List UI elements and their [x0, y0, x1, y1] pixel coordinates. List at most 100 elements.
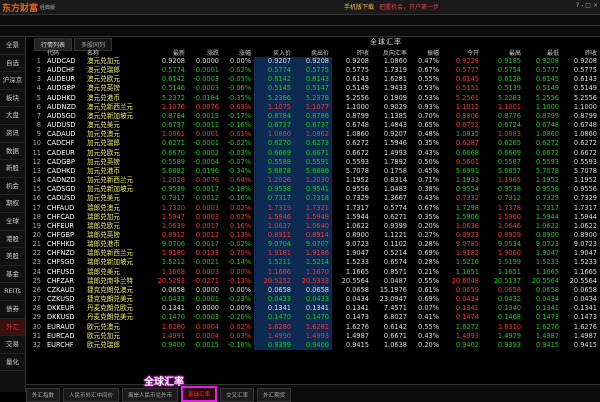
- table-row[interactable]: 12 CADGBP 加元兑英镑 0.5589 -0.0004 -0.07% 0.5588 0.…: [26, 157, 600, 167]
- table-row[interactable]: 23 CHFSGD 瑞郎兑新加坡元 1.5212 -0.0021 -0.14% 1.5211…: [26, 258, 600, 268]
- sidebar-item[interactable]: 资讯: [0, 125, 25, 143]
- table-row[interactable]: 29 DKKUSD 丹麦克朗兑美元 0.1470 -0.0003 -0.20% 0.1470…: [26, 313, 600, 323]
- table-row[interactable]: 19 CHFEUR 瑞郎兑欧元 1.0639 0.0017 0.16% 1.0637 1.06…: [26, 221, 600, 231]
- help-icon[interactable]: ?: [576, 2, 579, 9]
- sidebar-item[interactable]: 数据: [0, 143, 25, 161]
- sidebar-item[interactable]: 全球: [0, 213, 25, 231]
- sidebar-item[interactable]: 自选: [0, 55, 25, 73]
- sidebar-item[interactable]: 新股: [0, 160, 25, 178]
- sidebar-item[interactable]: 量化: [0, 354, 25, 372]
- table-row[interactable]: 32 EURCHF 欧元兑瑞郎 0.9400 -0.0015 -0.16% 0.9399 0.…: [26, 340, 600, 350]
- column-header[interactable]: 今开: [442, 48, 482, 57]
- bottom-tab[interactable]: 离岸人民币兑外币: [122, 388, 179, 402]
- table-row[interactable]: 13 CADHKD 加元兑港币 5.6882 -0.0196 -0.34% 5.6878 5.…: [26, 166, 600, 177]
- menu-item[interactable]: 期权T型: [276, 35, 299, 36]
- table-row[interactable]: 10 CADCHF 加元兑瑞郎 0.6271 -0.0001 -0.02% 0.6270 0.…: [26, 139, 600, 149]
- sidebar-item[interactable]: 债券: [0, 301, 25, 319]
- column-header[interactable]: 涨跌: [188, 48, 222, 57]
- sidebar-item[interactable]: 沪深京: [0, 72, 25, 90]
- column-header[interactable]: 涨幅: [222, 48, 254, 57]
- cell-chg: 0.0076: [195, 176, 219, 185]
- bottom-tab[interactable]: 交叉汇率: [220, 388, 255, 402]
- menu-item[interactable]: 外汇市场: [299, 35, 324, 36]
- menu-item[interactable]: 条件选股: [128, 35, 153, 36]
- table-row[interactable]: 30 EURAUD 欧元兑澳元 1.6280 0.0004 0.02% 1.6280 1.62…: [26, 322, 600, 332]
- sidebar-item[interactable]: REITs: [0, 283, 25, 301]
- column-header[interactable]: 代码: [44, 48, 84, 57]
- table-row[interactable]: 1 AUDCAD 澳元兑加元 0.9208 0.0000 0.00% 0.9207 0.920…: [26, 57, 600, 67]
- table-row[interactable]: 11 CADEUR 加元兑欧元 0.6670 -0.0002 -0.03% 0.6669 0.…: [26, 148, 600, 158]
- table-row[interactable]: 18 CHFCAD 瑞郎兑加元 1.5947 0.0003 0.02% 1.5946 1.59…: [26, 212, 600, 222]
- sidebar-item[interactable]: 美股: [0, 248, 25, 266]
- bottom-tab[interactable]: 基础汇率: [181, 386, 218, 402]
- table-row[interactable]: 22 CHFNZD 瑞郎兑新西兰元 1.9180 0.0133 0.70% 1.9181 1.…: [26, 249, 600, 259]
- menu-item[interactable]: 数据中心: [428, 35, 453, 36]
- table-row[interactable]: 15 CADSGD 加元兑新加坡元 0.9539 -0.0017 -0.18% 0.9538…: [26, 185, 600, 195]
- column-header[interactable]: 名称: [84, 48, 150, 57]
- column-header[interactable]: 最高: [482, 48, 524, 57]
- menu-item[interactable]: 创投中心: [202, 35, 227, 36]
- cell-bid: 0.6737: [254, 121, 294, 131]
- table-row[interactable]: 3 AUDEUR 澳元兑欧元 0.6142 -0.0003 -0.05% 0.6142 0.6…: [26, 75, 600, 85]
- sidebar-item[interactable]: 基金: [0, 266, 25, 284]
- menu-item[interactable]: 大资金流向: [323, 35, 353, 36]
- menu-item[interactable]: 财务分析: [152, 35, 177, 36]
- column-header[interactable]: 昨收: [332, 48, 372, 57]
- column-header[interactable]: 昨收: [562, 48, 600, 57]
- sidebar-item[interactable]: 期权: [0, 195, 25, 213]
- table-row[interactable]: 31 EURCAD 欧元兑加元 1.4991 0.0004 0.03% 1.4990 1.49…: [26, 331, 600, 341]
- table-row[interactable]: 26 CZKAUD 捷克克朗兑澳元 0.0658 0.0000 0.00% 0.0658 0.…: [26, 285, 600, 296]
- table-row[interactable]: 4 AUDGBP 澳元兑英镑 0.5146 -0.0003 -0.06% 0.5145 0.5…: [26, 84, 600, 94]
- table-row[interactable]: 25 CHFZAR 瑞郎兑南非兰特 20.5293 -0.0271 -0.13% 20.52…: [26, 276, 600, 286]
- table-row[interactable]: 5 AUDHKD 澳元兑港币 5.2372 -0.0184 -0.35% 5.2366 5.2…: [26, 93, 600, 103]
- cell-pct: -0.06%: [227, 84, 251, 93]
- bottom-tab[interactable]: 外汇指数: [26, 388, 61, 402]
- menu-item[interactable]: 新股申购: [251, 35, 276, 36]
- table-row[interactable]: 2 AUDCHF 澳元兑瑞郎 0.5774 -0.0001 -0.02% 0.5774 0.5…: [26, 66, 600, 76]
- table-row[interactable]: 24 CHFUSD 瑞郎兑美元 1.1668 0.0003 0.00% 1.1666 1.16…: [26, 267, 600, 277]
- table-row[interactable]: 16 CADUSD 加元兑美元 0.7317 -0.0012 -0.16% 0.7317 0.…: [26, 194, 600, 204]
- cell-chg: 0.0003: [195, 267, 219, 276]
- column-header[interactable]: 买入价: [254, 48, 294, 57]
- table-row[interactable]: 8 AUDUSD 澳元兑美元 0.6737 -0.0011 -0.16% 0.6737 0.6…: [26, 121, 600, 131]
- maximize-icon[interactable]: □: [585, 2, 591, 9]
- table-row[interactable]: 14 CADNZD 加元兑新西兰元 1.2028 0.0076 0.64% 1.2026 1.…: [26, 176, 600, 186]
- table-row[interactable]: 20 CHFGBP 瑞郎兑英镑 0.8912 0.0012 0.13% 0.8911 0.89…: [26, 230, 600, 241]
- cell-ask: 5.6886: [294, 166, 332, 177]
- cell-rev: 1.0638: [383, 340, 407, 349]
- column-header[interactable]: 振幅: [410, 48, 442, 57]
- table-row[interactable]: 28 DKKEUR 丹麦克朗兑欧元 0.1341 0.0000 0.00% 0.1341 0.…: [26, 304, 600, 314]
- menu-item[interactable]: 财经直播: [29, 35, 54, 36]
- open-account-link[interactable]: 把握机会，开户第一步: [379, 2, 439, 11]
- sidebar-item[interactable]: 全景: [0, 37, 25, 55]
- table-row[interactable]: 21 CHFHKD 瑞郎兑港币 9.0706 -0.0017 -0.02% 9.0704 9.…: [26, 240, 600, 250]
- cell-high: 1.5960: [497, 212, 521, 221]
- sidebar-item[interactable]: 港股: [0, 231, 25, 249]
- menu-item[interactable]: 机构持仓: [403, 35, 428, 36]
- column-header[interactable]: 卖出价: [294, 48, 332, 57]
- column-header[interactable]: [26, 48, 44, 57]
- table-row[interactable]: 9 CADAUD 加元兑澳元 1.0861 0.0001 0.01% 1.0860 1.086…: [26, 130, 600, 140]
- table-row[interactable]: 17 CHFAUD 瑞郎兑澳元 1.7320 0.0003 0.02% 1.7319 1.73…: [26, 203, 600, 213]
- menu-item[interactable]: BEIDOU: [227, 35, 251, 36]
- table-row[interactable]: 27 CZKUSD 捷克克朗兑美元 0.0433 -0.0001 -0.23% 0.0433…: [26, 295, 600, 305]
- column-header[interactable]: 最新: [150, 48, 188, 57]
- sidebar-item[interactable]: 交易: [0, 336, 25, 354]
- close-icon[interactable]: ×: [593, 2, 598, 9]
- menu-item[interactable]: 事件驱动: [78, 35, 103, 36]
- sidebar-item[interactable]: 外汇: [0, 318, 25, 337]
- sidebar-item[interactable]: 机会: [0, 178, 25, 196]
- sidebar-item[interactable]: 大盘: [0, 107, 25, 125]
- bottom-tab[interactable]: 人民币外汇中间价: [63, 388, 120, 402]
- table-row[interactable]: 6 AUDNZD 澳元兑新西兰元 1.1076 0.0076 0.69% 1.1075 1.1…: [26, 102, 600, 112]
- menu-item[interactable]: 研究报告: [103, 35, 128, 36]
- menu-item[interactable]: 新闻资讯: [53, 35, 78, 36]
- column-header[interactable]: 最低: [524, 48, 562, 57]
- mobile-download-link[interactable]: 手机版下载: [344, 2, 374, 11]
- minimize-icon[interactable]: -: [581, 2, 583, 9]
- bottom-tab[interactable]: 外汇期货: [257, 388, 292, 402]
- menu-item[interactable]: 基金频道: [177, 35, 202, 36]
- sidebar-item[interactable]: 板块: [0, 90, 25, 108]
- table-row[interactable]: 7 AUDSGD 澳元兑新加坡元 0.8784 -0.0015 -0.17% 0.8784 0…: [26, 111, 600, 122]
- column-header[interactable]: 反向汇率: [372, 48, 410, 57]
